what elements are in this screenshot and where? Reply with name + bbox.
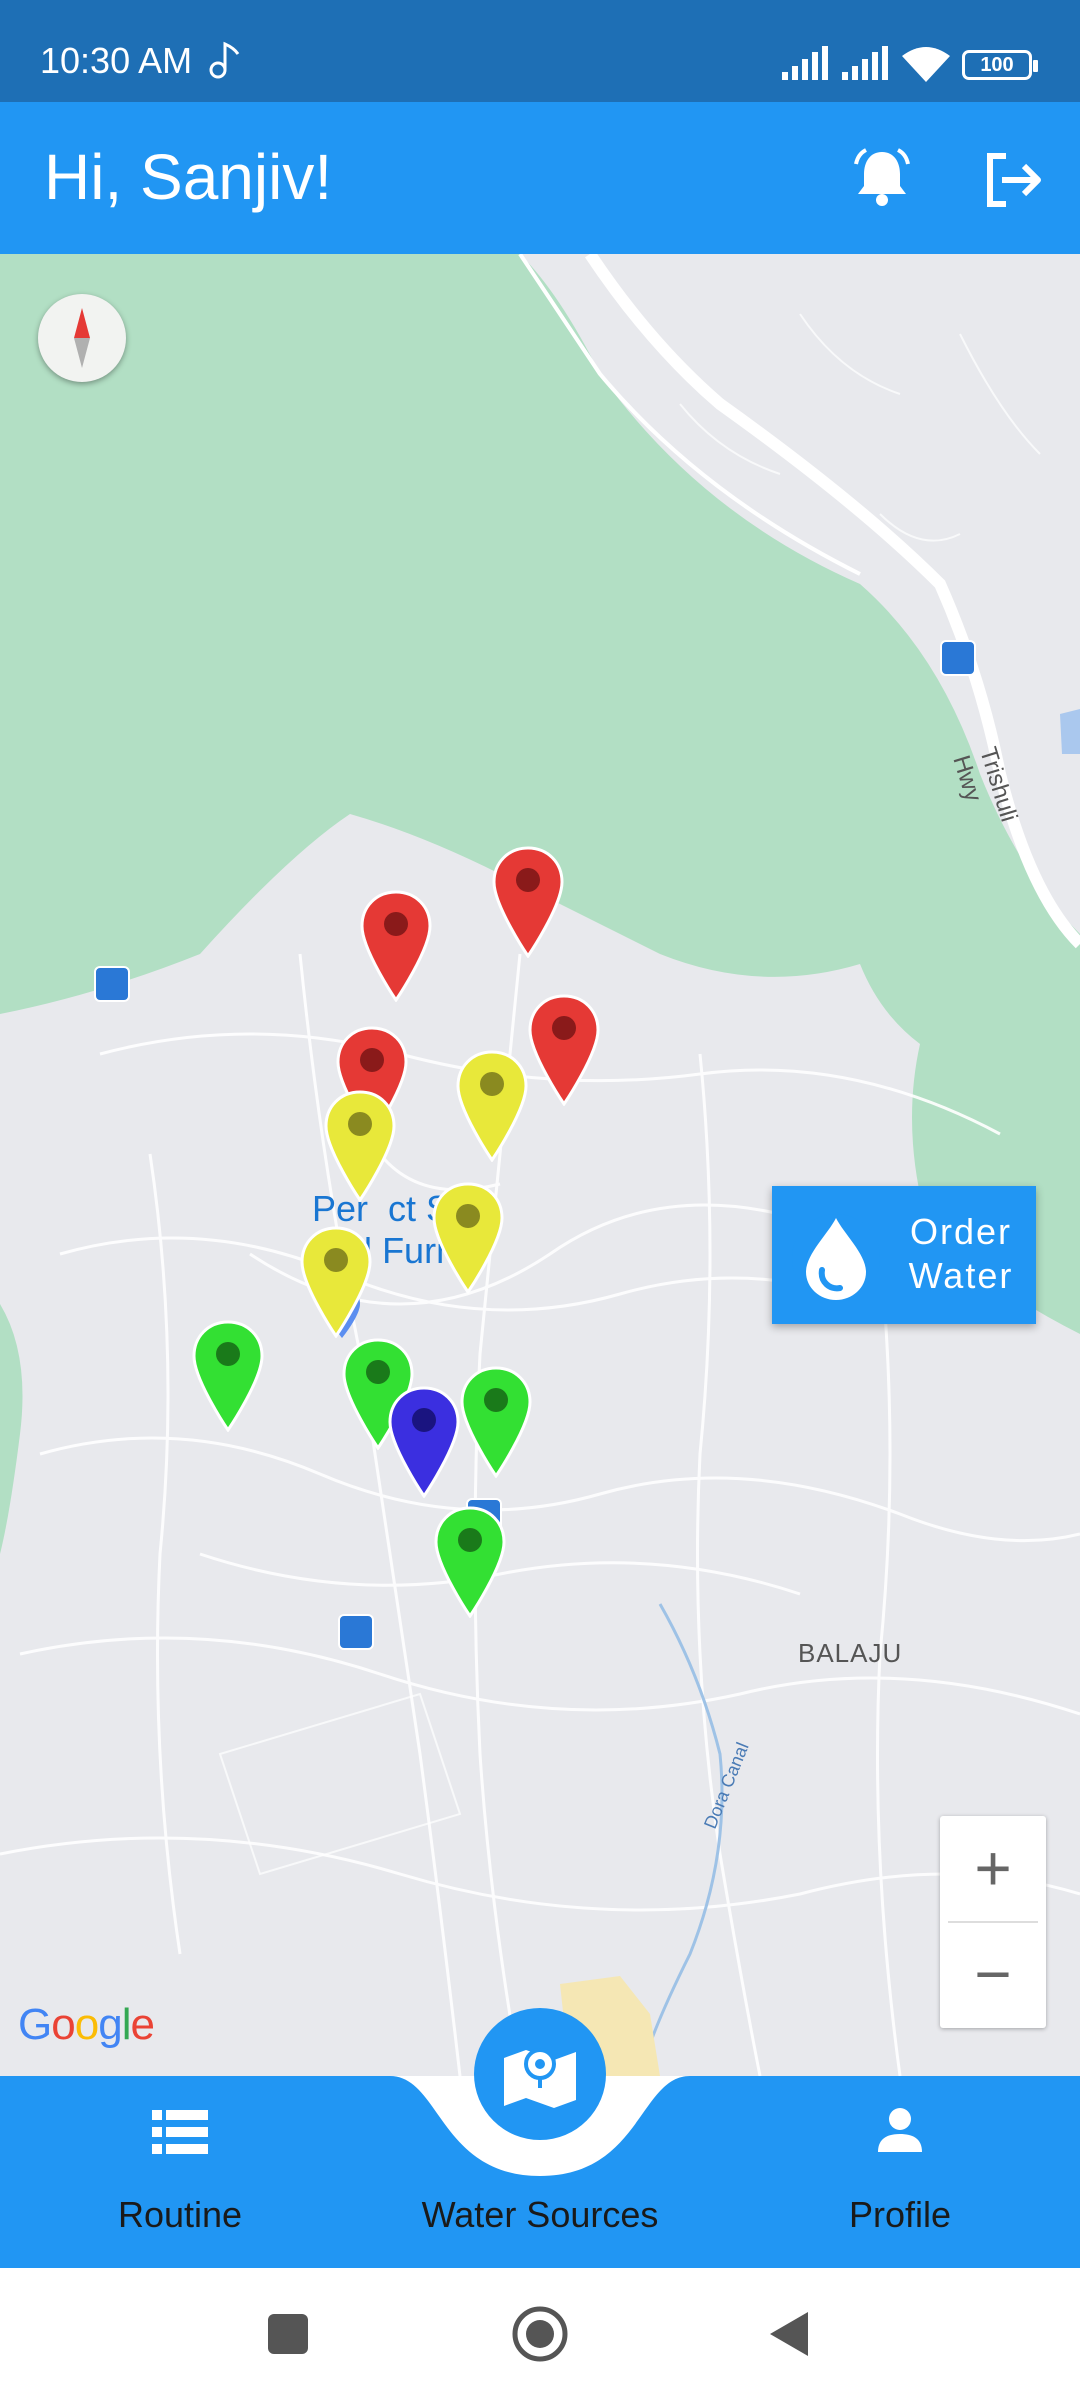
- order-water-label: Order Water: [908, 1211, 1014, 1296]
- page-title: Hi, Sanjiv!: [44, 141, 333, 213]
- nav-label-water-sources: Water Sources: [421, 2194, 659, 2235]
- map-marker-red[interactable]: [527, 994, 601, 1107]
- map-marker-green[interactable]: [191, 1320, 265, 1433]
- person-icon: [878, 2108, 922, 2152]
- nav-item-routine[interactable]: Routine: [60, 2076, 300, 2268]
- nav-label-profile: Profile: [848, 2194, 952, 2235]
- order-water-button[interactable]: Order Water: [772, 1186, 1036, 1324]
- status-time: 10:30 AM: [40, 40, 193, 81]
- map-marker-yellow[interactable]: [455, 1050, 529, 1163]
- map-marker-green[interactable]: [459, 1366, 533, 1479]
- bus-stop-icon[interactable]: [338, 1614, 374, 1650]
- app-bar: Hi, Sanjiv!: [0, 102, 1080, 254]
- nav-item-profile[interactable]: Profile: [780, 2076, 1020, 2268]
- water-sources-fab[interactable]: [474, 2008, 606, 2140]
- signal-icon: [782, 46, 828, 80]
- bottom-nav: Routine Water Sources Profile: [0, 2008, 1080, 2268]
- list-icon: [152, 2110, 208, 2154]
- map-marker-yellow[interactable]: [431, 1182, 505, 1295]
- map-view[interactable]: Per ct Sofa and Furni BALAJU Dora Canal …: [0, 254, 1080, 2076]
- zoom-out-button[interactable]: −: [940, 1922, 1046, 2028]
- bus-stop-icon[interactable]: [94, 966, 130, 1002]
- wifi-icon: [902, 47, 950, 82]
- map-marker-red[interactable]: [491, 846, 565, 959]
- recent-apps-button[interactable]: [258, 2304, 318, 2364]
- bus-stop-icon[interactable]: [940, 640, 976, 676]
- nav-label-routine: Routine: [117, 2194, 243, 2235]
- map-base: [0, 254, 1080, 2076]
- zoom-controls: + −: [940, 1816, 1046, 2028]
- logout-icon[interactable]: [976, 144, 1048, 216]
- zoom-in-button[interactable]: +: [940, 1816, 1046, 1922]
- signal-icon: [842, 46, 888, 80]
- place-label: BALAJU: [798, 1638, 903, 1668]
- map-marker-yellow[interactable]: [299, 1226, 373, 1339]
- bell-icon[interactable]: [846, 142, 918, 214]
- system-navigation-bar: [0, 2268, 1080, 2400]
- map-marker-red[interactable]: [359, 890, 433, 1003]
- music-note-icon: [209, 41, 240, 79]
- map-marker-yellow[interactable]: [323, 1090, 397, 1203]
- map-marker-green[interactable]: [433, 1506, 507, 1619]
- map-marker-blue[interactable]: [387, 1386, 461, 1499]
- map-icon: [504, 2048, 576, 2108]
- compass-icon[interactable]: [38, 294, 126, 382]
- battery-icon: 100: [962, 50, 1038, 80]
- back-button[interactable]: [760, 2304, 820, 2364]
- water-drop-icon: [792, 1214, 880, 1302]
- google-attribution: Google: [18, 2000, 155, 2049]
- status-bar: 10:30 AM 100: [0, 0, 1080, 102]
- home-button[interactable]: [510, 2304, 570, 2364]
- nav-item-water-sources[interactable]: Water Sources: [380, 2008, 700, 2268]
